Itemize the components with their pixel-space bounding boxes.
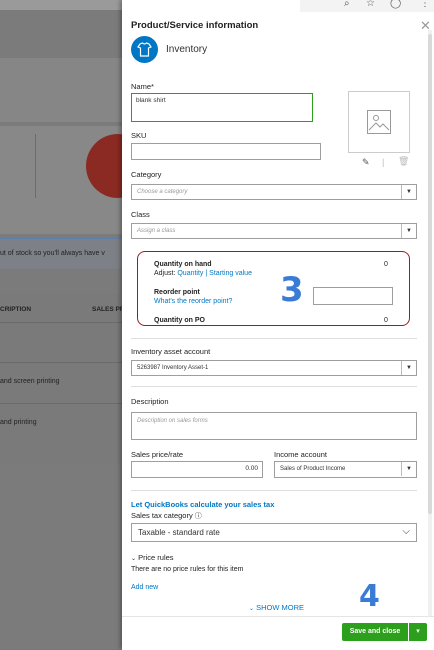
add-price-rule-link[interactable]: Add new (131, 584, 158, 591)
delete-image-icon[interactable]: 🗑 (398, 156, 409, 167)
inventory-asset-value: 5263987 Inventory Asset-1 (137, 365, 209, 371)
divider (131, 490, 417, 491)
inventory-asset-label: Inventory asset account (131, 347, 211, 356)
background-notice: ut of stock so you'll always have v (0, 238, 122, 270)
divider (131, 338, 417, 339)
category-placeholder: Choose a category (137, 189, 188, 195)
background-col-sales-price: SALES PF (92, 306, 124, 313)
income-account-select[interactable]: Sales of Product Income ▼ (274, 461, 417, 478)
sku-field[interactable] (131, 143, 321, 160)
chevron-down-icon: ⌄ (131, 556, 137, 562)
income-account-value: Sales of Product Income (280, 466, 346, 472)
adjust-row: Adjust: Quantity | Starting value (154, 270, 252, 277)
sku-label: SKU (131, 131, 147, 140)
class-placeholder: Assign a class (137, 228, 176, 234)
class-label: Class (131, 210, 150, 219)
category-label: Category (131, 170, 162, 179)
description-label: Description (131, 397, 169, 406)
chevron-down-icon[interactable]: ▼ (401, 462, 416, 476)
image-upload[interactable] (348, 91, 410, 153)
edit-image-icon[interactable]: ✎ (362, 157, 370, 168)
step-4-annotation: 4 (359, 579, 380, 614)
background-notice-text: ut of stock so you'll always have v (0, 250, 105, 257)
sales-tax-category-select[interactable]: Taxable - standard rate ⌵ (131, 523, 417, 542)
profile-icon[interactable]: ◯ (390, 0, 401, 9)
save-options-dropdown[interactable]: ▾ (409, 623, 427, 641)
adjust-quantity-link[interactable]: Quantity (177, 270, 203, 277)
bookmark-star-icon[interactable]: ☆ (366, 0, 375, 9)
image-placeholder-icon (367, 110, 391, 134)
reorder-point-input[interactable] (313, 287, 393, 305)
quantity-on-po-label: Quantity on PO (154, 317, 205, 324)
name-field[interactable]: blank shirt (131, 93, 313, 122)
chevron-down-icon[interactable]: ▼ (401, 224, 416, 238)
scrollbar-thumb[interactable] (428, 34, 432, 514)
save-and-close-button[interactable]: Save and close (342, 623, 408, 641)
inventory-type-icon[interactable] (131, 36, 158, 63)
background-divider (35, 134, 36, 198)
calculate-sales-tax-link[interactable]: Let QuickBooks calculate your sales tax (131, 500, 274, 509)
chevron-down-icon[interactable]: ⌵ (402, 526, 410, 537)
chevron-down-icon[interactable]: ▼ (401, 361, 416, 375)
background-cell: and screen printing (0, 378, 60, 385)
reorder-help-link[interactable]: What's the reorder point? (154, 298, 232, 305)
income-account-label: Income account (274, 450, 327, 459)
price-rules-toggle[interactable]: ⌄ Price rules (131, 553, 174, 562)
background-col-description: CRIPTION (0, 306, 32, 313)
background-cell: and printing (0, 419, 37, 426)
zoom-icon[interactable]: ⌕ (344, 0, 350, 9)
category-select[interactable]: Choose a category ▼ (131, 184, 417, 200)
show-more-link[interactable]: ⌄ SHOW MORE (249, 603, 304, 612)
sales-price-label: Sales price/rate (131, 450, 184, 459)
drawer-footer: Save and close ▾ (122, 616, 434, 650)
sales-price-field[interactable]: 0.00 (131, 461, 263, 478)
help-icon[interactable]: ⓘ (195, 513, 202, 520)
quantity-on-hand-label: Quantity on hand (154, 261, 212, 268)
background-topbar (0, 0, 122, 10)
item-type-label[interactable]: Inventory (166, 44, 207, 55)
show-more-text: SHOW MORE (256, 603, 305, 612)
divider (131, 386, 417, 387)
adjust-label: Adjust: (154, 270, 176, 277)
sales-tax-category-label: Sales tax category ⓘ (131, 511, 202, 521)
chevron-down-icon[interactable]: ▼ (401, 185, 416, 199)
browser-toolbar: ⌕ ☆ ◯ ⋮ (300, 0, 434, 12)
class-select[interactable]: Assign a class ▼ (131, 223, 417, 239)
quantity-on-po-value: 0 (384, 317, 388, 324)
background-row-divider (0, 362, 122, 363)
description-placeholder: Description on sales forms (137, 418, 208, 424)
starting-value-link[interactable]: Starting value (209, 270, 252, 277)
price-rules-text: There are no price rules for this item (131, 566, 244, 573)
sales-tax-category-text: Sales tax category (131, 511, 193, 520)
product-service-drawer: Product/Service information ✕ Inventory … (122, 0, 434, 650)
icon-separator: | (382, 157, 385, 167)
background-row-divider (0, 322, 122, 323)
background-header-band (0, 58, 122, 122)
background-row-divider (0, 403, 122, 404)
panel-title: Product/Service information (131, 20, 259, 31)
more-menu-icon[interactable]: ⋮ (420, 0, 430, 9)
chevron-down-icon: ⌄ (249, 606, 255, 612)
reorder-point-label: Reorder point (154, 289, 200, 296)
price-rules-label: Price rules (138, 553, 174, 562)
sales-tax-category-value: Taxable - standard rate (138, 528, 220, 537)
description-field[interactable]: Description on sales forms (131, 412, 417, 440)
inventory-asset-select[interactable]: 5263987 Inventory Asset-1 ▼ (131, 360, 417, 376)
quantity-on-hand-value: 0 (384, 261, 388, 268)
step-3-annotation: 3 (280, 270, 304, 310)
name-label: Name* (131, 82, 154, 91)
